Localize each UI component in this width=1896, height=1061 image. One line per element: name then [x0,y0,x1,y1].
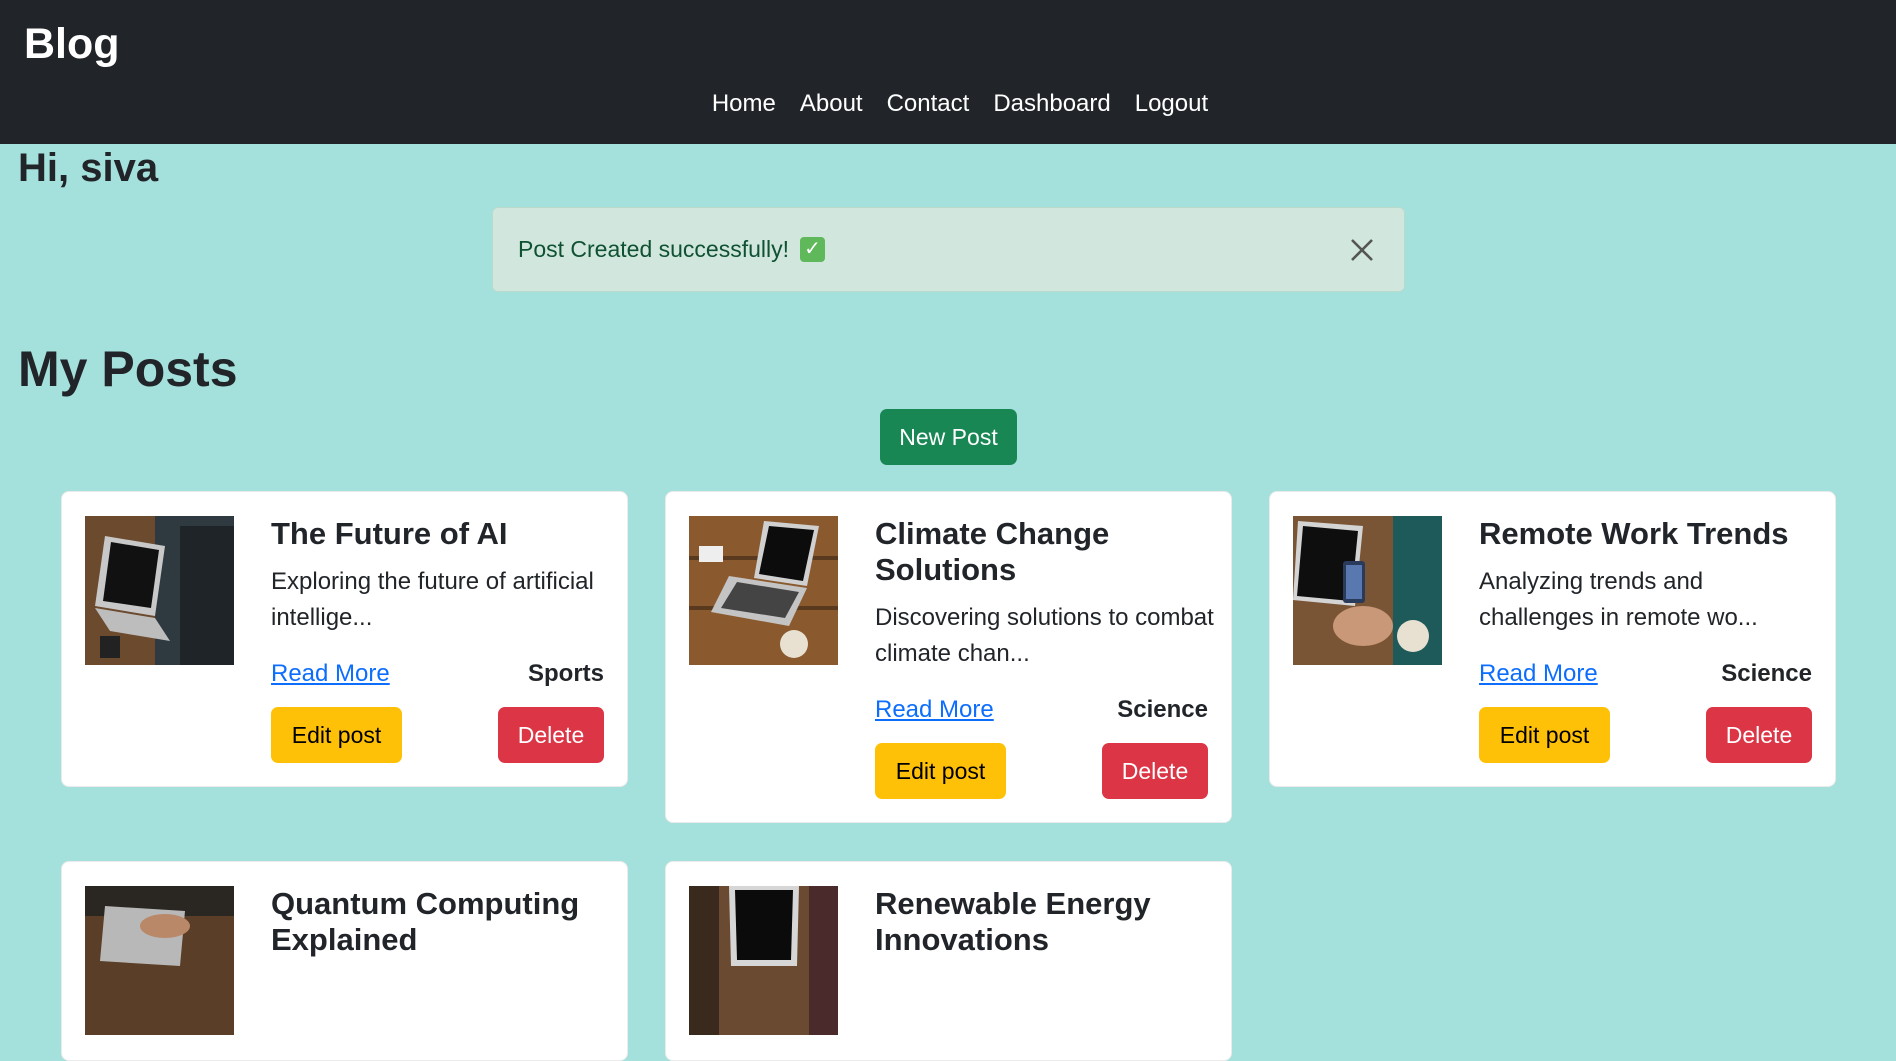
post-card: Climate Change Solutions Discovering sol… [665,491,1232,823]
alert-message: Post Created successfully! [518,236,790,262]
post-category: Science [1721,660,1812,687]
post-card: Quantum Computing Explained [61,861,628,1061]
post-card: Renewable Energy Innovations [665,861,1232,1061]
post-excerpt: Analyzing trends and challenges in remot… [1479,568,1758,631]
post-thumbnail [85,886,234,1035]
post-card: The Future of AI Exploring the future of… [61,491,628,787]
new-post-button[interactable]: New Post [880,409,1017,465]
my-posts-heading: My Posts [18,341,238,397]
post-excerpt: Exploring the future of artificial intel… [271,568,594,631]
nav-link-about[interactable]: About [800,84,863,124]
delete-post-button[interactable]: Delete [1706,707,1812,763]
post-excerpt: Discovering solutions to combat climate … [875,604,1214,667]
success-alert: Post Created successfully! ✓ [492,207,1405,292]
post-title: Renewable Energy Innovations [875,886,1151,957]
post-title: Remote Work Trends [1479,516,1789,551]
post-title: The Future of AI [271,516,508,551]
delete-post-button[interactable]: Delete [1102,743,1208,799]
brand-logo[interactable]: Blog [24,20,120,69]
read-more-link[interactable]: Read More [271,660,390,688]
edit-post-button[interactable]: Edit post [1479,707,1610,763]
post-category: Science [1117,696,1208,723]
read-more-link[interactable]: Read More [1479,660,1598,688]
read-more-link[interactable]: Read More [875,696,994,724]
greeting-heading: Hi, siva [18,146,159,190]
post-title: Quantum Computing Explained [271,886,580,957]
nav-link-dashboard[interactable]: Dashboard [993,84,1110,124]
navbar: Blog Home About Contact Dashboard Logout [0,0,1896,144]
nav-link-contact[interactable]: Contact [887,84,970,124]
post-category: Sports [527,660,604,687]
edit-post-button[interactable]: Edit post [271,707,402,763]
nav-link-logout[interactable]: Logout [1135,84,1208,124]
post-title: Climate Change Solutions [875,516,1110,587]
post-card: Remote Work Trends Analyzing trends and … [1269,491,1836,787]
edit-post-button[interactable]: Edit post [875,743,1006,799]
post-thumbnail [689,516,838,665]
post-thumbnail [85,516,234,665]
close-icon[interactable] [1340,228,1384,272]
post-thumbnail [1293,516,1442,665]
delete-post-button[interactable]: Delete [498,707,604,763]
nav-link-home[interactable]: Home [712,84,776,124]
nav-links: Home About Contact Dashboard Logout [12,84,1896,124]
post-thumbnail [689,886,838,1035]
check-mark-icon: ✓ [800,237,826,262]
